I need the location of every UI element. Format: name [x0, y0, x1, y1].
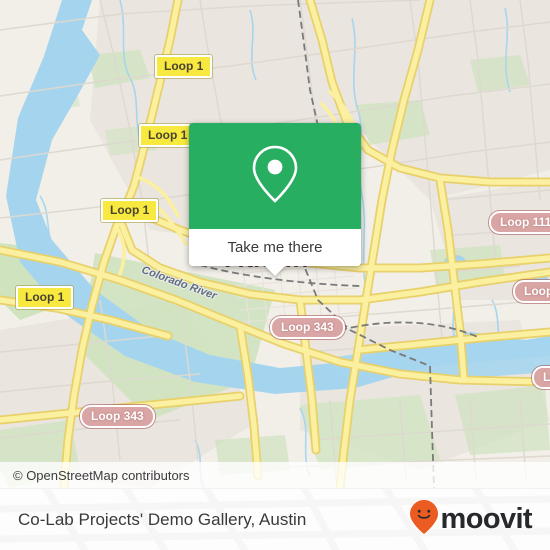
location-title: Co-Lab Projects' Demo Gallery, Austin	[18, 509, 307, 529]
road-shield: Loop 111	[489, 211, 550, 234]
road-shield: Loop 343	[80, 405, 155, 428]
take-me-there-label: Take me there	[227, 239, 323, 256]
popup-header	[189, 123, 361, 229]
road-shield: Loop 1	[101, 199, 159, 222]
take-me-there-button[interactable]: Take me there	[189, 229, 361, 266]
road-shield: Lo	[532, 366, 550, 389]
moovit-smiley-pin-icon	[409, 499, 439, 540]
popup-pointer	[264, 265, 286, 276]
location-popup-card[interactable]: Take me there	[189, 123, 361, 276]
road-shield: Loop 1	[139, 124, 197, 147]
attribution-text[interactable]: © OpenStreetMap contributors	[0, 468, 190, 483]
moovit-wordmark: moovit	[440, 503, 533, 535]
map-attribution-bar: © OpenStreetMap contributors	[0, 462, 550, 488]
road-shield: Loop 1	[155, 55, 213, 78]
road-shield: Loop 343	[270, 316, 345, 339]
map-page: Loop 1 Loop 1 Loop 1 Loop 1 Loop 111 Loop Loop…	[0, 0, 550, 550]
map-pin-icon	[249, 143, 301, 210]
road-shield: Loop	[513, 280, 550, 303]
moovit-logo[interactable]: moovit	[409, 499, 550, 540]
footer-bar: Co-Lab Projects' Demo Gallery, Austin mo…	[0, 488, 550, 550]
road-shield: Loop 1	[16, 286, 74, 309]
